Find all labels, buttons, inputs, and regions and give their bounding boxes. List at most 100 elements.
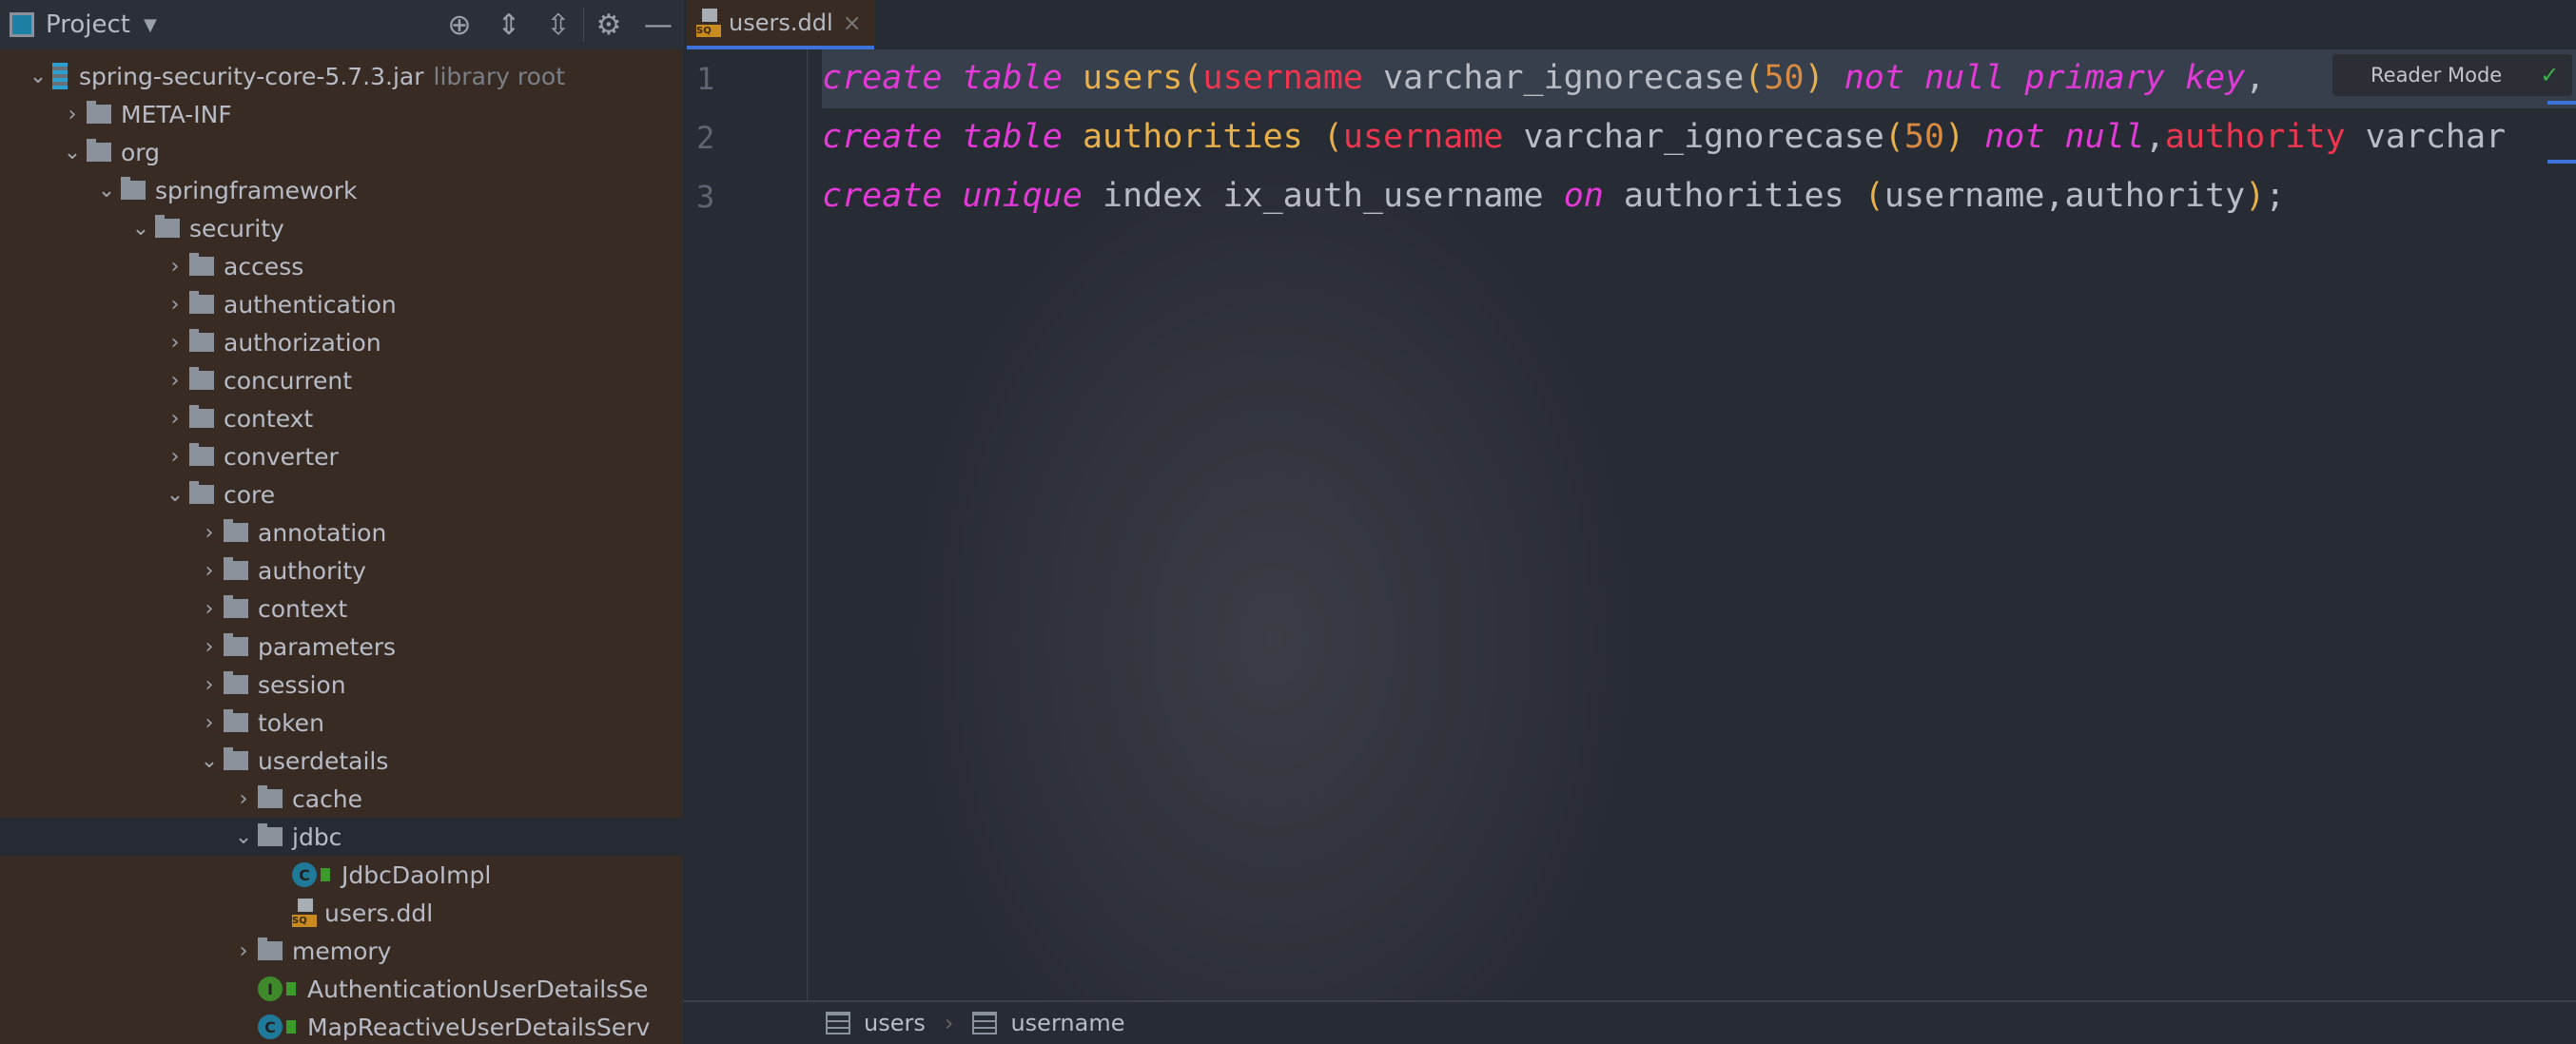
folder-icon (189, 481, 214, 504)
code-token: ( (1864, 177, 1884, 215)
tree-item[interactable]: › authority (0, 551, 683, 590)
folder-icon (224, 595, 248, 618)
code-line: create table authorities (username varch… (822, 118, 2506, 156)
code-token: , (2245, 59, 2266, 97)
code-line: create unique index ix_auth_username on … (822, 177, 2285, 215)
reader-mode-button[interactable]: Reader Mode ✓ (2332, 54, 2572, 96)
chevron-right-icon[interactable]: › (161, 293, 189, 317)
code-token: ( (1322, 118, 1343, 156)
tree-item[interactable]: › concurrent (0, 361, 683, 399)
tree-item[interactable]: ⌄ userdetails (0, 742, 683, 780)
tree-item[interactable]: ⌄ jdbc (0, 818, 683, 856)
tree-item[interactable]: I AuthenticationUserDetailsSe (0, 970, 683, 1008)
column-icon (972, 1012, 998, 1034)
chevron-right-icon[interactable]: › (195, 559, 224, 583)
chevron-down-icon[interactable]: ⌄ (92, 179, 121, 203)
tree-item[interactable]: › META-INF (0, 95, 683, 133)
chevron-right-icon[interactable]: › (58, 103, 87, 126)
code-token: table (942, 118, 1063, 156)
chevron-right-icon[interactable]: › (161, 255, 189, 279)
code-token: varchar (2345, 118, 2507, 156)
project-panel: Project ▼ ⊕ ⇕ ⇳ ⚙ — ⌄ spring-security-cor… (0, 0, 683, 1044)
tree-item[interactable]: C MapReactiveUserDetailsServ (0, 1008, 683, 1044)
code-editor[interactable]: 1 create table users(username varchar_ign… (683, 49, 2576, 1000)
chevron-right-icon[interactable]: › (195, 635, 224, 659)
folder-icon (224, 557, 248, 580)
tree-item[interactable]: ⌄ core (0, 475, 683, 513)
chevron-down-icon[interactable]: ⌄ (161, 483, 189, 507)
breadcrumb-column[interactable]: username (1010, 1010, 1124, 1036)
tree-item-label: META-INF (121, 100, 232, 128)
tree-item[interactable]: ⌄ spring-security-core-5.7.3.jar library r… (0, 57, 683, 95)
folder-icon (224, 633, 248, 656)
tree-item-label: core (224, 480, 276, 509)
chevron-right-icon[interactable]: › (195, 673, 224, 697)
scroll-marker (2547, 160, 2576, 164)
tree-item[interactable]: ⌄ springframework (0, 171, 683, 209)
project-title[interactable]: Project (46, 10, 130, 39)
sql-file-icon (292, 899, 317, 927)
tree-item[interactable]: › parameters (0, 628, 683, 666)
tree-item[interactable]: › annotation (0, 513, 683, 551)
folder-icon (189, 367, 214, 390)
minimize-icon[interactable]: — (634, 9, 683, 42)
folder-icon (189, 443, 214, 466)
chevron-right-icon[interactable]: › (161, 369, 189, 393)
chevron-right-icon[interactable]: › (229, 787, 258, 811)
folder-icon (258, 785, 283, 808)
tree-item[interactable]: › authorization (0, 323, 683, 361)
code-token: on (1563, 177, 1604, 215)
gutter-divider (807, 49, 808, 1000)
code-token: authorities (1062, 118, 1323, 156)
jar-icon (52, 63, 68, 89)
tree-item[interactable]: C JdbcDaoImpl (0, 856, 683, 894)
tree-item-label: security (189, 214, 284, 242)
close-icon[interactable]: × (843, 10, 862, 36)
chevron-down-icon[interactable]: ⌄ (229, 825, 258, 849)
tree-item-label: authorization (224, 328, 381, 357)
code-token: varchar_ignorecase (1503, 118, 1884, 156)
tree-item[interactable]: › cache (0, 780, 683, 818)
tree-item[interactable]: › converter (0, 437, 683, 475)
chevron-right-icon[interactable]: › (229, 939, 258, 963)
tree-item[interactable]: › context (0, 590, 683, 628)
chevron-down-icon[interactable]: ⌄ (127, 217, 155, 241)
expand-all-icon[interactable]: ⇕ (484, 9, 534, 42)
code-token: authority (2164, 118, 2346, 156)
chevron-right-icon[interactable]: › (195, 597, 224, 621)
tree-item[interactable]: › token (0, 704, 683, 742)
chevron-right-icon[interactable]: › (195, 711, 224, 735)
tree-item-label: jdbc (292, 822, 342, 851)
tree-item[interactable]: › authentication (0, 285, 683, 323)
tree-item[interactable]: › access (0, 247, 683, 285)
chevron-right-icon[interactable]: › (195, 521, 224, 545)
tree-item[interactable]: users.ddl (0, 894, 683, 932)
code-token: username (1342, 118, 1504, 156)
code-token: not null primary key (1824, 59, 2246, 97)
folder-icon (224, 709, 248, 732)
chevron-down-icon[interactable]: ⌄ (24, 65, 52, 88)
chevron-right-icon[interactable]: › (161, 407, 189, 431)
tree-item[interactable]: › context (0, 399, 683, 437)
lock-icon (321, 868, 330, 881)
tree-item[interactable]: ⌄ security (0, 209, 683, 247)
gear-icon[interactable]: ⚙ (584, 9, 634, 42)
check-icon: ✓ (2540, 62, 2560, 88)
breadcrumb-table[interactable]: users (864, 1010, 926, 1036)
table-icon (826, 1012, 850, 1034)
chevron-right-icon[interactable]: › (161, 331, 189, 355)
tree-item-label: springframework (155, 176, 358, 204)
chevron-down-icon[interactable]: ▼ (144, 15, 157, 35)
tab-users-ddl[interactable]: users.ddl × (687, 0, 874, 49)
collapse-all-icon[interactable]: ⇳ (534, 9, 583, 42)
chevron-down-icon[interactable]: ⌄ (195, 749, 224, 773)
tree-item[interactable]: › session (0, 666, 683, 704)
tree-item[interactable]: ⌄ org (0, 133, 683, 171)
tree-item[interactable]: › memory (0, 932, 683, 970)
chevron-right-icon[interactable]: › (161, 445, 189, 469)
folder-icon (87, 139, 111, 162)
locate-icon[interactable]: ⊕ (435, 9, 484, 42)
folder-icon (189, 405, 214, 428)
chevron-down-icon[interactable]: ⌄ (58, 141, 87, 164)
code-token: create (822, 118, 943, 156)
